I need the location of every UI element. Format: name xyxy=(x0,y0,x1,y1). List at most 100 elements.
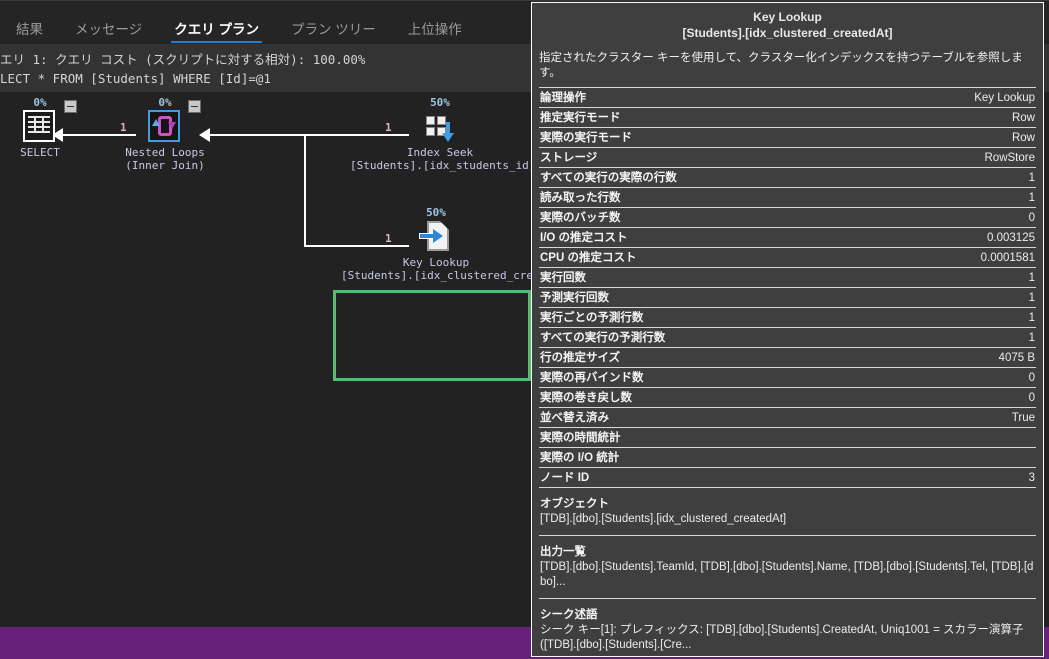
tab-0[interactable]: 結果 xyxy=(0,22,59,46)
node-caption-primary: Nested Loops xyxy=(125,146,205,159)
node-caption-primary: Index Seek xyxy=(406,146,474,159)
tooltip-row: ノード ID 3 xyxy=(539,467,1036,487)
tooltip-row-value: 1 xyxy=(1028,332,1035,344)
tooltip-block-value: [TDB].[dbo].[Students].[idx_clustered_cr… xyxy=(540,513,787,525)
tooltip-row-value: 0.003125 xyxy=(987,232,1035,244)
tooltip-block-key: 出力一覧 xyxy=(540,546,586,558)
wire-trunk-vertical xyxy=(304,134,306,246)
tooltip-row-key: 実行回数 xyxy=(540,272,586,284)
tab-1[interactable]: メッセージ xyxy=(59,22,158,46)
key-lookup-icon xyxy=(419,220,453,254)
tooltip-row: ストレージ RowStore xyxy=(539,147,1036,167)
tooltip-description: 指定されたクラスター キーを使用して、クラスター化インデックスを持つテーブルを参… xyxy=(539,52,1023,79)
tooltip-row: 推定実行モード Row xyxy=(539,107,1036,127)
collapse-toggle-select[interactable] xyxy=(64,100,77,113)
tooltip-title-object: [Students].[idx_clustered_createdAt] xyxy=(682,26,893,40)
tooltip-row: 実行回数 1 xyxy=(539,267,1036,287)
tooltip-block-key: シーク述語 xyxy=(540,609,598,621)
tooltip-row: 論理操作 Key Lookup xyxy=(539,87,1036,107)
tooltip-row: 実際の I/O 統計 xyxy=(539,447,1036,467)
tooltip-row-key: 論理操作 xyxy=(540,92,586,104)
node-cost-percent: 50% xyxy=(426,206,446,219)
tab-2[interactable]: クエリ プラン xyxy=(158,22,275,46)
tooltip-row: 実際の時間統計 xyxy=(539,427,1036,447)
node-caption-secondary: [Students].[idx_students_id] xyxy=(350,159,536,172)
tooltip-row-key: 推定実行モード xyxy=(540,112,621,124)
index-seek-icon-shape xyxy=(423,110,455,142)
tooltip-row-value: 1 xyxy=(1028,172,1035,184)
tooltip-row: I/O の推定コスト 0.003125 xyxy=(539,227,1036,247)
plan-node-key-lookup[interactable]: 50% Key Lookup [Students].[idx_clustered… xyxy=(341,206,580,282)
tooltip-row: 実際の巻き戻し数 0 xyxy=(539,387,1036,407)
tooltip-row: 実際の実行モード Row xyxy=(539,127,1036,147)
tooltip-row-value: 0 xyxy=(1028,392,1035,404)
tooltip-row-key: 実行ごとの予測行数 xyxy=(540,312,644,324)
key-lookup-icon-shape xyxy=(419,220,451,254)
tooltip-row-key: 実際の時間統計 xyxy=(540,432,621,444)
tooltip-row-key: 読み取った行数 xyxy=(540,192,621,204)
node-caption-primary: Key Lookup xyxy=(402,256,470,269)
tab-3[interactable]: プラン ツリー xyxy=(275,22,392,46)
tooltip-row: 実際のバッチ数 0 xyxy=(539,207,1036,227)
tooltip-row-key: すべての実行の実際の行数 xyxy=(540,172,677,184)
tooltip-row-key: 実際のバッチ数 xyxy=(540,212,621,224)
tooltip-row-value: Key Lookup xyxy=(974,92,1035,104)
tooltip-block: シーク述語シーク キー[1]: プレフィックス: [TDB].[dbo].[St… xyxy=(539,598,1036,656)
tooltip-row-value: Row xyxy=(1011,112,1035,124)
nested-loops-icon-shape xyxy=(148,110,180,142)
tooltip-row-value: 0 xyxy=(1028,372,1035,384)
nested-loops-icon xyxy=(148,110,182,144)
tooltip-row-key: I/O の推定コスト xyxy=(540,232,628,244)
tooltip-row: すべての実行の実際の行数 1 xyxy=(539,167,1036,187)
tooltip-row: CPU の推定コスト 0.0001581 xyxy=(539,247,1036,267)
tooltip-block-key: オブジェクト xyxy=(540,498,609,510)
select-grid-icon-shape xyxy=(23,110,55,142)
ssms-query-plan-window: 結果 メッセージ クエリ プラン プラン ツリー 上位操作 エリ 1: クエリ コスト … xyxy=(0,0,1049,659)
selected-node-highlight xyxy=(333,290,531,381)
node-caption-secondary: [Students].[idx_clustered_createdAt] xyxy=(341,269,580,282)
index-seek-icon xyxy=(423,110,457,144)
tooltip-row-value: 1 xyxy=(1028,312,1035,324)
tooltip-property-list: 論理操作 Key Lookup 推定実行モード Row 実際の実行モード Row ストレージ… xyxy=(539,87,1036,487)
tooltip-row-value: 3 xyxy=(1028,472,1035,484)
tooltip-row-value: 1 xyxy=(1028,192,1035,204)
node-caption-secondary: (Inner Join) xyxy=(125,159,205,172)
tooltip-row-value: 1 xyxy=(1028,272,1035,284)
tooltip-block: 出力一覧 [TDB].[dbo].[Students].TeamId, [TDB]… xyxy=(539,535,1036,598)
plan-node-index-seek[interactable]: 50% Index Seek [Students].[idx_students_… xyxy=(350,96,536,172)
tooltip-row-key: 実際の再バインド数 xyxy=(540,372,644,384)
tooltip-row-value: 1 xyxy=(1028,292,1035,304)
tooltip-row-value: 4075 B xyxy=(998,352,1035,364)
tooltip-row: 読み取った行数 1 xyxy=(539,187,1036,207)
tooltip-block-value: [TDB].[dbo].[Students].TeamId, [TDB].[db… xyxy=(540,561,1034,588)
tooltip-row: 実行ごとの予測行数 1 xyxy=(539,307,1036,327)
tooltip-row: 実際の再バインド数 0 xyxy=(539,367,1036,387)
tooltip-row-value: True xyxy=(1011,412,1035,424)
node-caption-primary: SELECT xyxy=(20,146,60,159)
tooltip-row-value: 0 xyxy=(1028,212,1035,224)
select-grid-icon xyxy=(23,110,57,144)
tooltip-row-value: 0.0001581 xyxy=(980,252,1035,264)
tooltip-row-value: RowStore xyxy=(984,152,1036,164)
collapse-toggle-nested-loops[interactable] xyxy=(188,100,201,113)
tooltip-row-key: 実際の実行モード xyxy=(540,132,632,144)
tooltip-row-key: 行の推定サイズ xyxy=(540,352,621,364)
tooltip-row-key: ノード ID xyxy=(540,472,590,484)
tooltip-row: 並べ替え済み True xyxy=(539,407,1036,427)
node-cost-percent: 50% xyxy=(430,96,450,109)
tooltip-row-key: 実際の I/O 統計 xyxy=(540,452,620,464)
tooltip-title-operator: Key Lookup xyxy=(753,10,822,24)
tooltip-row: すべての実行の予測行数 1 xyxy=(539,327,1036,347)
tab-4[interactable]: 上位操作 xyxy=(392,22,478,46)
node-details-tooltip: Key Lookup [Students].[idx_clustered_cre… xyxy=(531,2,1044,657)
tooltip-row-key: 予測実行回数 xyxy=(540,292,609,304)
tooltip-row-key: 並べ替え済み xyxy=(540,412,609,424)
tooltip-title: Key Lookup [Students].[idx_clustered_cre… xyxy=(539,3,1036,41)
tooltip-row: 予測実行回数 1 xyxy=(539,287,1036,307)
tooltip-detail-blocks: オブジェクト [TDB].[dbo].[Students].[idx_cluste… xyxy=(539,487,1036,656)
tooltip-row-key: ストレージ xyxy=(540,152,598,164)
wire-loops-in xyxy=(205,134,305,136)
tooltip-row: 行の推定サイズ 4075 B xyxy=(539,347,1036,367)
tooltip-row-key: 実際の巻き戻し数 xyxy=(540,392,632,404)
tooltip-block-value: シーク キー[1]: プレフィックス: [TDB].[dbo].[Student… xyxy=(540,624,1024,651)
